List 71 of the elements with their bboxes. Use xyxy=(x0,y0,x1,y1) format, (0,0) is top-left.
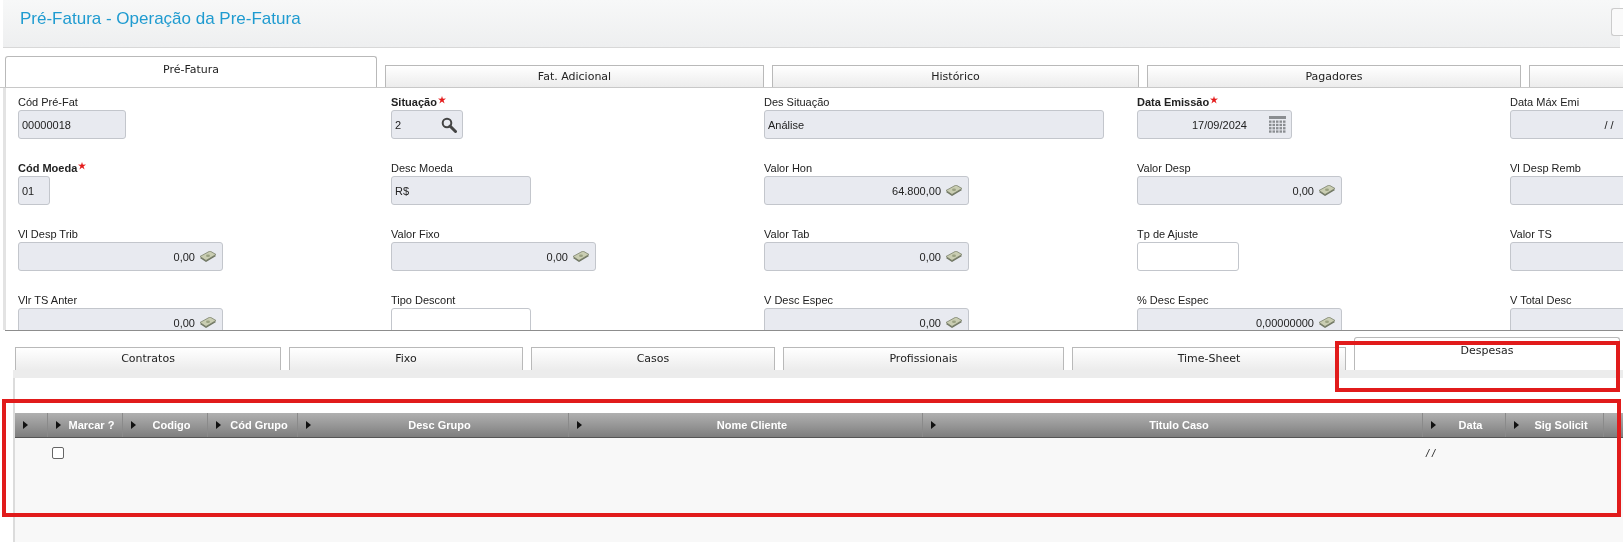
tab[interactable]: Casos xyxy=(531,347,775,370)
table-cell: / / xyxy=(1426,447,1436,459)
expand-arrow-icon[interactable] xyxy=(1431,421,1436,429)
required-mark-icon xyxy=(437,96,446,104)
required-mark-icon xyxy=(78,162,87,170)
field-label: Situação xyxy=(391,95,437,110)
field-label: Cód Pré-Fat xyxy=(18,95,79,110)
expand-arrow-icon[interactable] xyxy=(216,421,221,429)
expand-arrow-icon[interactable] xyxy=(23,421,28,429)
field-label: Vlr TS Anter xyxy=(18,293,79,308)
field-label: Valor TS xyxy=(1510,227,1553,242)
tab[interactable]: Time-Sheet xyxy=(1072,347,1346,370)
input-field[interactable]: 17/09/2024 xyxy=(1137,110,1292,139)
tab[interactable]: Pré-Fatura xyxy=(5,56,377,87)
checkbox[interactable] xyxy=(52,447,64,459)
input-field[interactable]: 01 xyxy=(18,176,50,205)
input-field[interactable]: 0,00 xyxy=(391,242,596,271)
tab[interactable]: Profissionais xyxy=(783,347,1064,370)
field-label: Data Emissão xyxy=(1137,95,1210,110)
expand-arrow-icon[interactable] xyxy=(1514,421,1519,429)
tab[interactable]: Fixo xyxy=(289,347,523,370)
field-label: % Desc Espec xyxy=(1137,293,1210,308)
window-title: Pré-Fatura - Operação da Pre-Fatura xyxy=(20,9,301,29)
input-field[interactable]: 64.800,00 xyxy=(764,176,969,205)
tab[interactable]: Pagadores xyxy=(1147,65,1521,87)
banknote-icon[interactable] xyxy=(199,316,217,329)
field-label: Tp de Ajuste xyxy=(1137,227,1200,242)
banknote-icon[interactable] xyxy=(945,316,963,329)
tab[interactable]: Histórico xyxy=(772,65,1139,87)
field-label: Des Situação xyxy=(764,95,831,110)
input-field[interactable]: 00000018 xyxy=(18,110,126,139)
field-label: Tipo Descont xyxy=(391,293,457,308)
input-field[interactable]: 0,00 xyxy=(764,242,969,271)
input-field[interactable]: 0,00 xyxy=(18,242,223,271)
input-field[interactable]: 0,00 xyxy=(764,308,969,330)
expand-arrow-icon[interactable] xyxy=(131,421,136,429)
field-label: V Desc Espec xyxy=(764,293,835,308)
field-label: Cód Moeda xyxy=(18,161,78,176)
field-label: Vl Desp Trib xyxy=(18,227,79,242)
banknote-icon[interactable] xyxy=(199,250,217,263)
input-field[interactable]: R$ xyxy=(391,176,531,205)
banknote-icon[interactable] xyxy=(1318,316,1336,329)
field-label: V Total Desc xyxy=(1510,293,1573,308)
banknote-icon[interactable] xyxy=(945,250,963,263)
field-label: Valor Hon xyxy=(764,161,814,176)
field-label: Desc Moeda xyxy=(391,161,454,176)
calendar-icon[interactable] xyxy=(1269,116,1286,133)
input-field[interactable]: / / xyxy=(1510,110,1623,139)
required-mark-icon xyxy=(1210,96,1219,104)
input-field[interactable]: 0,00000000 xyxy=(1137,308,1342,330)
banknote-icon[interactable] xyxy=(572,250,590,263)
expand-arrow-icon[interactable] xyxy=(306,421,311,429)
expand-arrow-icon[interactable] xyxy=(931,421,936,429)
search-icon[interactable] xyxy=(441,116,457,133)
expand-arrow-icon[interactable] xyxy=(56,421,61,429)
input-field[interactable] xyxy=(391,308,531,330)
input-field[interactable]: 0,00 xyxy=(18,308,223,330)
field-label: Valor Desp xyxy=(1137,161,1192,176)
field-label: Valor Tab xyxy=(764,227,811,242)
input-field[interactable] xyxy=(1137,242,1239,271)
banknote-icon[interactable] xyxy=(945,184,963,197)
input-field[interactable]: 0,00 xyxy=(1137,176,1342,205)
field-label: Data Máx Emi xyxy=(1510,95,1581,110)
input-field[interactable]: Análise xyxy=(764,110,1104,139)
tab[interactable]: Fat. Adicional xyxy=(385,65,764,87)
field-label: Valor Fixo xyxy=(391,227,441,242)
expand-arrow-icon[interactable] xyxy=(577,421,582,429)
banknote-icon[interactable] xyxy=(1318,184,1336,197)
tab[interactable]: Contratos xyxy=(15,347,281,370)
input-field[interactable]: 2 xyxy=(391,110,463,139)
field-label: Vl Desp Remb xyxy=(1510,161,1582,176)
